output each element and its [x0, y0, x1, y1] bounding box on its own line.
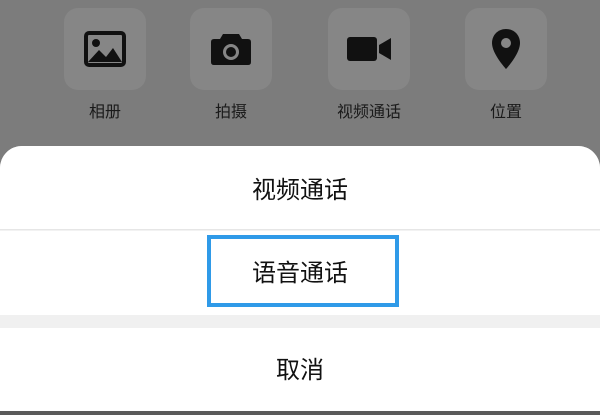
attach-label-location: 位置: [489, 102, 522, 121]
attach-tile[interactable]: [190, 8, 272, 90]
cancel-button[interactable]: 取消: [0, 328, 600, 412]
attach-video-call[interactable]: 视频通话: [314, 0, 424, 140]
sheet-divider-gap: [0, 315, 600, 328]
bottom-edge-bar: [0, 411, 600, 415]
attach-location[interactable]: 位置: [451, 0, 561, 140]
attach-tile[interactable]: [64, 8, 146, 90]
chat-screen: 相册 拍摄 视频通话 位置 视频通话 语音通话 取消: [0, 0, 600, 415]
attach-photo-album[interactable]: 相册: [50, 0, 160, 140]
attach-tile[interactable]: [328, 8, 410, 90]
attach-label-video-call: 视频通话: [336, 102, 401, 121]
attachment-panel: 相册 拍摄 视频通话 位置: [0, 0, 600, 150]
photo-album-icon: [84, 31, 126, 67]
video-call-icon: [347, 37, 391, 61]
attach-label-camera: 拍摄: [214, 102, 247, 121]
attach-camera[interactable]: 拍摄: [176, 0, 286, 140]
attach-label-photo-album: 相册: [88, 102, 121, 121]
voice-call-highlight-box: [207, 235, 399, 307]
video-call-option[interactable]: 视频通话: [0, 146, 600, 230]
camera-icon: [211, 34, 251, 65]
location-pin-icon: [492, 29, 520, 69]
attach-tile[interactable]: [465, 8, 547, 90]
